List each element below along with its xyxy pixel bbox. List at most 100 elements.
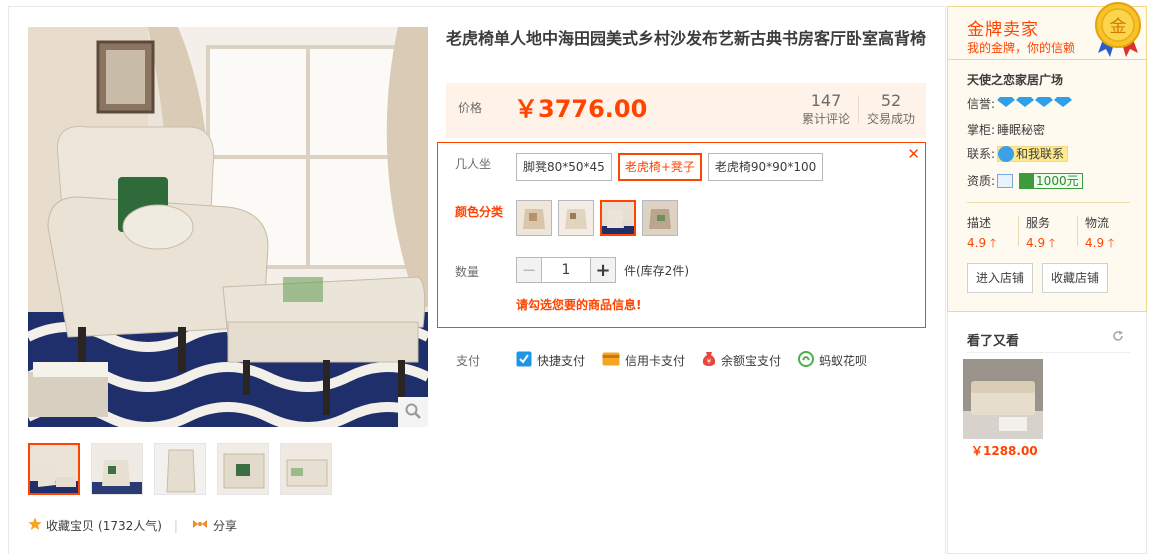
- seat-option-2[interactable]: 老虎椅+凳子: [617, 153, 702, 181]
- payment-huabei-label: 蚂蚁花呗: [819, 354, 868, 368]
- main-product-image[interactable]: [28, 27, 428, 427]
- recommended-product-image[interactable]: [963, 359, 1043, 439]
- seat-option-1[interactable]: 脚凳80*50*45: [516, 153, 612, 181]
- color-options: [516, 200, 678, 236]
- score-description-number: 4.9: [967, 236, 987, 250]
- deposit-icon: [1020, 173, 1035, 188]
- reviews-stat[interactable]: 147 累计评论: [796, 91, 856, 127]
- favorite-count: (1732人气): [98, 519, 162, 533]
- qualification-row: 资质: 1000元: [967, 172, 1083, 189]
- payment-yuebao[interactable]: ¥ 余额宝支付: [702, 351, 781, 370]
- color-option-1[interactable]: [516, 200, 552, 236]
- share-button[interactable]: 分享: [192, 517, 237, 534]
- payment-credit-card[interactable]: 信用卡支付: [602, 351, 685, 370]
- stock-info: 件(库存2件): [624, 263, 689, 278]
- seat-option-3[interactable]: 老虎椅90*90*100: [707, 153, 824, 181]
- star-icon: [28, 517, 42, 534]
- arrow-up-icon: 🡑: [989, 236, 997, 250]
- divider: |: [173, 518, 178, 533]
- seat-label: 几人坐: [455, 157, 492, 171]
- payment-huabei[interactable]: 蚂蚁花呗: [798, 351, 867, 370]
- refresh-icon[interactable]: [1112, 330, 1124, 346]
- close-icon[interactable]: ✕: [907, 145, 920, 163]
- product-page: 收藏宝贝 (1732人气) | 分享 老虎椅单人地中海田园美式乡村沙发布艺新古典…: [0, 0, 1156, 554]
- favorite-item-button[interactable]: 收藏宝贝 (1732人气): [28, 517, 162, 534]
- price-amount: 3776.00: [538, 95, 648, 123]
- recommended-product-price[interactable]: ￥1288.00: [971, 442, 1038, 459]
- thumbnail-5[interactable]: [280, 443, 332, 495]
- thumbnail-2[interactable]: [91, 443, 143, 495]
- trades-label: 交易成功: [866, 112, 915, 126]
- huabei-icon: [798, 351, 815, 370]
- also-viewed-title: 看了又看: [967, 334, 1020, 349]
- gold-seller-subtitle: 我的金牌，你的信赖: [967, 41, 1076, 55]
- score-divider: [1018, 216, 1019, 246]
- credit-label: 信誉:: [967, 97, 996, 111]
- color-label: 颜色分类: [455, 205, 504, 219]
- id-verified-icon: [997, 173, 1014, 188]
- contact-seller-button[interactable]: 和我联系: [997, 145, 1069, 162]
- svg-text:¥: ¥: [707, 358, 712, 366]
- wangwang-icon: [998, 145, 1015, 162]
- keeper-label: 掌柜:: [967, 123, 996, 137]
- enter-shop-button[interactable]: 进入店铺: [967, 263, 1034, 293]
- contact-row: 联系: 和我联系: [967, 145, 1069, 162]
- payment-quick-label: 快捷支付: [537, 354, 586, 368]
- share-icon: [192, 518, 208, 533]
- price-panel: 价格 ￥3776.00 147 累计评论 52 交易成功: [446, 83, 926, 138]
- shop-name[interactable]: 天使之恋家居广场: [967, 71, 1063, 88]
- stat-divider: [858, 95, 859, 123]
- zoom-icon: [405, 403, 421, 422]
- thumbnail-strip: [28, 443, 332, 495]
- medal-character: 金: [1110, 17, 1127, 37]
- gold-seller-header: 金牌卖家 我的金牌，你的信赖 金: [948, 2, 1146, 60]
- selection-warning: 请勾选您要的商品信息!: [516, 298, 642, 312]
- color-option-4[interactable]: [642, 200, 678, 236]
- shop-scores: 描述 4.9 🡑 服务 4.9 🡑 物流 4.9 🡑: [967, 214, 1144, 255]
- seller-panel: 金牌卖家 我的金牌，你的信赖 金 天使之恋家居广场 信誉: 掌柜: 睡眠秘密 联…: [947, 2, 1147, 312]
- keeper-name[interactable]: 睡眠秘密: [997, 121, 1045, 138]
- quantity-stepper: − + 件(库存2件): [516, 257, 689, 283]
- deposit-amount: 1000元: [1036, 174, 1079, 188]
- favorite-label: 收藏宝贝: [46, 519, 95, 533]
- thumbnail-4[interactable]: [217, 443, 269, 495]
- trades-count: 52: [880, 91, 902, 110]
- favorite-shop-button[interactable]: 收藏店铺: [1042, 263, 1109, 293]
- contact-button-label: 和我联系: [1016, 147, 1065, 161]
- payment-credit-card-label: 信用卡支付: [625, 354, 686, 368]
- thumbnail-3[interactable]: [154, 443, 206, 495]
- trades-stat: 52 交易成功: [858, 91, 918, 127]
- arrow-up-icon: 🡑: [1107, 236, 1115, 250]
- favorite-share-row: 收藏宝贝 (1732人气) | 分享: [28, 517, 237, 534]
- credit-row: 信誉:: [967, 95, 1073, 112]
- score-logistics-label: 物流: [1085, 216, 1110, 230]
- thumbnail-1[interactable]: [28, 443, 80, 495]
- price-value: ￥3776.00: [514, 89, 647, 124]
- shop-buttons: 进入店铺 收藏店铺: [967, 263, 1109, 293]
- payment-quick[interactable]: 快捷支付: [516, 351, 585, 370]
- color-option-3[interactable]: [600, 200, 636, 236]
- price-label: 价格: [458, 101, 483, 115]
- credit-card-icon: [602, 352, 620, 369]
- score-logistics-number: 4.9: [1085, 236, 1105, 250]
- seller-divider: [967, 202, 1130, 203]
- also-viewed-panel: 看了又看 ￥1288.00: [947, 312, 1147, 554]
- quantity-increase-button[interactable]: +: [590, 257, 616, 283]
- currency-symbol: ￥: [514, 95, 538, 123]
- reviews-label: 累计评论: [801, 112, 850, 126]
- product-title: 老虎椅单人地中海田园美式乡村沙发布艺新古典书房客厅卧室高背椅: [446, 29, 927, 48]
- diamond-rating-icon: [997, 96, 1073, 111]
- arrow-up-icon: 🡑: [1048, 236, 1056, 250]
- quantity-decrease-button[interactable]: −: [516, 257, 542, 283]
- also-viewed-divider: [967, 352, 1130, 353]
- payment-methods: 快捷支付 信用卡支付 ¥ 余额宝支付 蚂蚁花呗: [516, 351, 867, 370]
- color-option-2[interactable]: [558, 200, 594, 236]
- quantity-input[interactable]: [542, 257, 590, 283]
- yuebao-icon: ¥: [702, 351, 716, 370]
- score-logistics-value: 4.9 🡑: [1085, 234, 1144, 255]
- zoom-button[interactable]: [398, 397, 428, 427]
- quantity-label: 数量: [455, 265, 480, 279]
- quick-pay-icon: [516, 351, 532, 370]
- deposit-badge[interactable]: 1000元: [1019, 172, 1083, 189]
- score-divider: [1077, 216, 1078, 246]
